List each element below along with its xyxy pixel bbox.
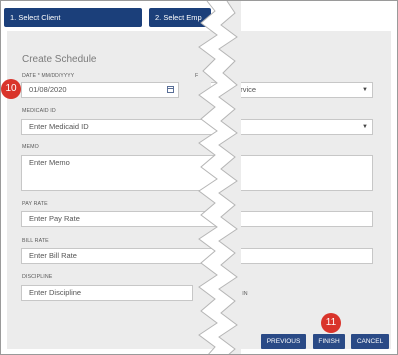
form-title: Create Schedule [22,54,97,65]
previous-button[interactable]: PREVIOUS [261,334,306,349]
finish-button[interactable]: FINISH [313,334,345,349]
pay-rate-label: PAY RATE [22,201,48,207]
cancel-button[interactable]: CANCEL [351,334,389,349]
callout-badge-11: 11 [321,313,341,333]
date-field[interactable]: 01/08/2020 [21,82,179,98]
discipline-field[interactable]: Enter Discipline [21,285,193,301]
pay-rate-placeholder: Enter Pay Rate [29,214,80,223]
date-label-text: DATE * [22,73,40,79]
discipline-label: DISCIPLINE [22,274,53,280]
screenshot-frame: 1. Select Client 2. Select Emp Create Sc… [0,0,398,355]
medicaid-placeholder: Enter Medicaid ID [29,122,89,131]
medicaid-label: MEDICAID ID [22,108,56,114]
chevron-down-icon: ▼ [362,124,368,130]
chevron-down-icon: ▼ [362,87,368,93]
memo-placeholder: Enter Memo [29,158,70,167]
date-value: 01/08/2020 [29,85,67,94]
date-label: DATE * MM/DD/YYYY [22,73,74,79]
torn-page-divider [198,1,241,354]
date-format-hint: MM/DD/YYYY [41,73,75,79]
calendar-icon[interactable] [167,86,174,93]
step-select-client[interactable]: 1. Select Client [4,8,142,27]
step-label: 1. Select Client [10,13,61,22]
bill-rate-label: BILL RATE [22,238,49,244]
bill-rate-placeholder: Enter Bill Rate [29,251,77,260]
callout-badge-10: 10 [1,79,21,99]
memo-label: MEMO [22,144,39,150]
discipline-placeholder: Enter Discipline [29,288,82,297]
